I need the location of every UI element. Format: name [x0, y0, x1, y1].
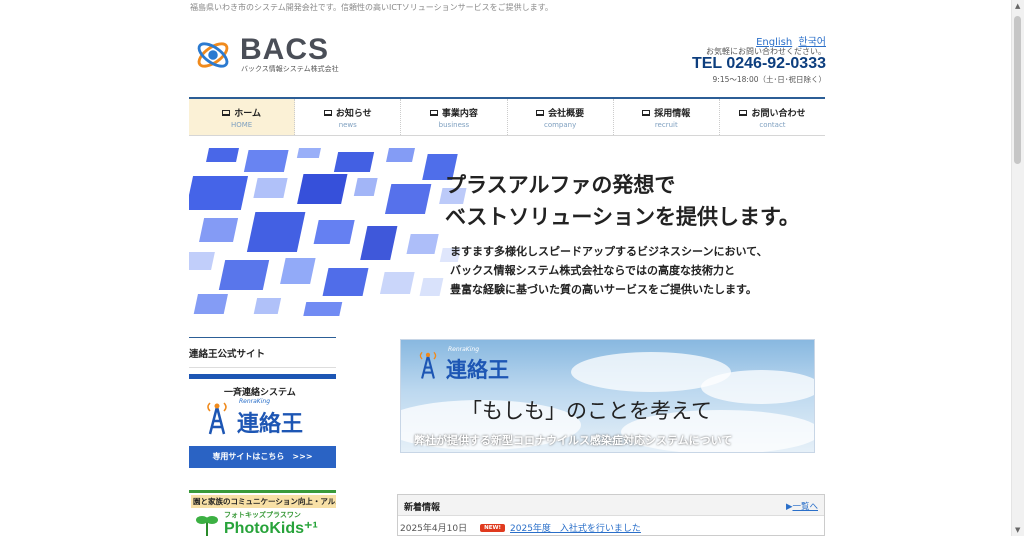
scrollbar-thumb[interactable] [1014, 16, 1021, 164]
logo-company-name: バックス情報システム株式会社 [241, 65, 339, 73]
hero-banner: プラスアルファの発想で ベストソリューションを提供します。 ますます多様化しスピ… [189, 148, 825, 316]
dedicated-site-button[interactable]: 専用サイトはこちら >>> [189, 446, 336, 468]
hero-body-2: バックス情報システム株式会社ならではの高度な技術力と [450, 264, 736, 277]
nav-item-news[interactable]: お知らせ news [295, 99, 402, 135]
news-item: 2025年4月10日 NEW! 2025年度 入社式を行いました [400, 521, 641, 534]
computer-icon [222, 109, 231, 116]
covid-system-banner[interactable]: RenraKing 連絡王 「もしも」のことを考えて 弊社が提供する新型コロナウ… [400, 339, 815, 453]
covid-banner-headline: 「もしも」のことを考えて [461, 399, 712, 423]
nav-label: 採用情報 [654, 109, 691, 119]
photokids-logo-text: PhotoKids⁺¹ [224, 520, 318, 536]
nav-sublabel: news [338, 121, 357, 129]
computer-icon [323, 109, 332, 116]
nav-sublabel: contact [759, 121, 786, 129]
sidebar-title-text: 連絡王公式サイト [189, 349, 266, 360]
hero-headline-1: プラスアルファの発想で [445, 172, 676, 197]
sidebar-section-title: 連絡王公式サイト [189, 337, 336, 368]
computer-icon [642, 109, 651, 116]
nav-sublabel: recruit [654, 121, 678, 129]
bacs-logo[interactable]: BACS バックス情報システム株式会社 [194, 33, 354, 77]
scroll-down-arrow-icon[interactable]: ▼ [1015, 526, 1020, 534]
radio-tower-icon [419, 351, 437, 379]
hero-blue-squares-graphic [189, 148, 467, 316]
hero-headline-2: ベストソリューションを提供します。 [445, 204, 800, 229]
nav-sublabel: business [438, 121, 470, 129]
vertical-scrollbar[interactable]: ▲ ▼ [1011, 0, 1024, 536]
nav-label: お問い合わせ [751, 109, 806, 119]
renraking-site-banner[interactable]: 一斉連絡システム RenraKing 連絡王 専用サイトはこちら >>> [189, 374, 336, 468]
nav-item-business[interactable]: 事業内容 business [401, 99, 508, 135]
nav-sublabel: company [543, 121, 577, 129]
nav-sublabel: HOME [230, 121, 253, 129]
nav-item-home[interactable]: ホーム HOME [189, 99, 296, 135]
nav-label: ホーム [234, 109, 261, 119]
news-date: 2025年4月10日 [400, 524, 468, 534]
hero-body-1: ますます多様化しスピードアップするビジネスシーンにおいて、 [450, 245, 768, 258]
photokids-tagline: 園と家族のコミュニケーション向上・アルバム制作支援サービス [191, 495, 336, 508]
news-item-link[interactable]: 2025年度 入社式を行いました [510, 521, 641, 534]
computer-icon [739, 109, 748, 116]
renraking-label: RenraKing [239, 398, 271, 405]
nav-item-contact[interactable]: お問い合わせ contact [720, 99, 825, 135]
sprout-icon [196, 516, 218, 536]
nav-item-company[interactable]: 会社概要 company [508, 99, 614, 135]
news-panel: 新着情報 ▶一覧へ 2025年4月10日 NEW! 2025年度 入社式を行いま… [397, 494, 825, 536]
news-header: 新着情報 ▶一覧へ [398, 495, 824, 516]
logo-wordmark: BACS [240, 33, 330, 66]
radio-tower-icon [207, 402, 227, 435]
news-more-text[interactable]: 一覧へ [792, 502, 818, 512]
hero-body-3: 豊富な経験に基づいた質の高いサービスをご提供いたします。 [450, 283, 757, 296]
banner-system-label: 一斉連絡システム [224, 388, 296, 398]
renraking-label: RenraKing [448, 346, 480, 353]
business-hours: 9:15～18:00（土･日･祝日除く） [712, 75, 826, 84]
phone-number[interactable]: TEL 0246-92-0333 [692, 55, 826, 73]
global-nav: ホーム HOME お知らせ news 事業内容 business 会社概要 co… [189, 97, 825, 136]
nav-label: 事業内容 [441, 109, 478, 119]
nav-label: お知らせ [335, 109, 372, 119]
nav-label: 会社概要 [548, 109, 585, 119]
photokids-banner[interactable]: 園と家族のコミュニケーション向上・アルバム制作支援サービス フォトキッズプラスワ… [189, 490, 336, 536]
news-more-link[interactable]: ▶一覧へ [786, 500, 818, 512]
computer-icon [429, 109, 438, 116]
covid-banner-subtext: 弊社が提供する新型コロナウイルス感染症対応システムについて [414, 434, 733, 447]
cloud-shape [701, 370, 814, 404]
divider [189, 367, 336, 368]
site-tagline: 福島県いわき市のシステム開発会社です。信頼性の高いICTソリューションサービスを… [190, 3, 553, 12]
new-badge: NEW! [480, 523, 506, 532]
scroll-up-arrow-icon[interactable]: ▲ [1015, 2, 1020, 10]
bacs-logo-mark-icon [197, 42, 229, 68]
nav-item-recruit[interactable]: 採用情報 recruit [614, 99, 720, 135]
computer-icon [536, 109, 545, 116]
news-title: 新着情報 [404, 503, 441, 513]
renraking-name: 連絡王 [237, 412, 304, 437]
renraking-name: 連絡王 [446, 358, 509, 382]
